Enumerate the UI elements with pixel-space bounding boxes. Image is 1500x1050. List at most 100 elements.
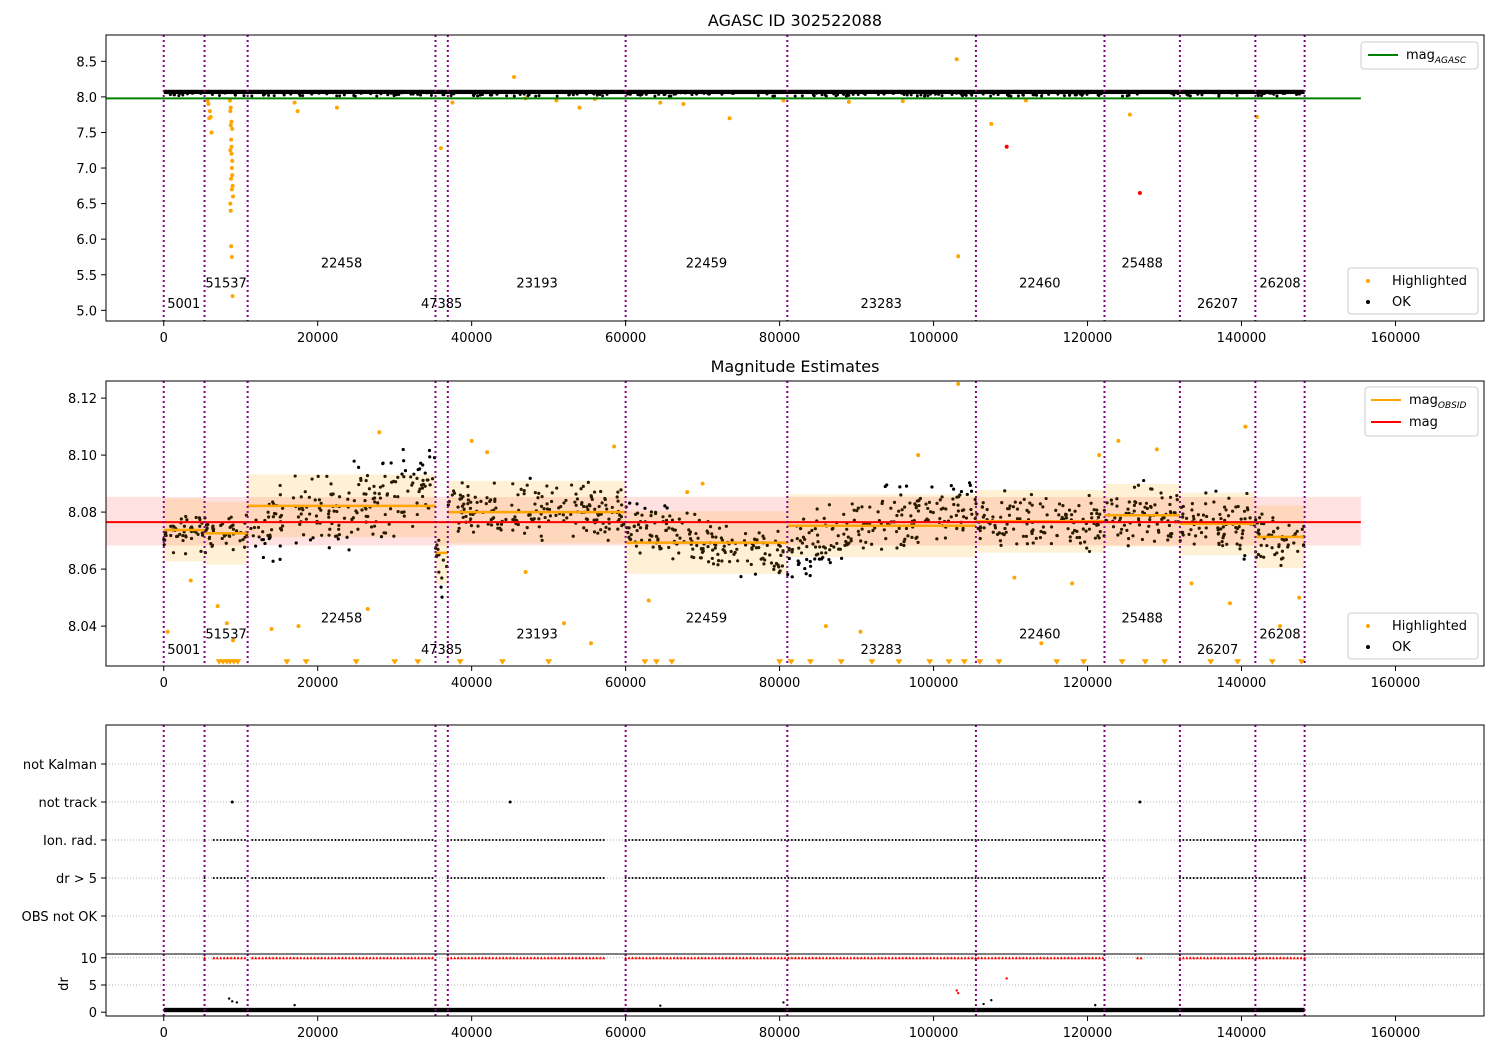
flag-point bbox=[393, 877, 396, 879]
ok-point bbox=[793, 94, 797, 98]
flag-point bbox=[1011, 877, 1014, 879]
flag-point bbox=[1279, 877, 1282, 879]
ok-point bbox=[1099, 92, 1103, 96]
y-tick-label: 7.5 bbox=[76, 126, 97, 141]
x-tick-label: 100000 bbox=[909, 331, 959, 346]
y-axis-label: dr bbox=[57, 977, 72, 991]
flag-point bbox=[783, 839, 786, 841]
highlighted-point bbox=[230, 294, 235, 299]
highlighted-point bbox=[229, 144, 234, 149]
flag-point bbox=[278, 839, 281, 841]
ok-point bbox=[254, 544, 258, 548]
flag-point bbox=[382, 877, 385, 879]
ok-point bbox=[411, 91, 415, 95]
highlighted-point bbox=[450, 100, 455, 105]
flag-point bbox=[1004, 877, 1007, 879]
flag-point bbox=[946, 877, 949, 879]
flag-point bbox=[1084, 839, 1087, 841]
ok-point bbox=[876, 93, 880, 97]
ok-point bbox=[782, 1001, 785, 1004]
flag-point bbox=[700, 877, 703, 879]
highlighted-point bbox=[228, 123, 233, 128]
ok-point bbox=[495, 92, 499, 96]
flag-point bbox=[599, 839, 602, 841]
x-tick-label: 160000 bbox=[1371, 331, 1421, 346]
flag-point bbox=[707, 877, 710, 879]
ok-point bbox=[773, 91, 777, 95]
flag-point bbox=[645, 839, 648, 841]
flag-point bbox=[386, 839, 389, 841]
flag-point bbox=[219, 839, 222, 841]
ok-point bbox=[356, 465, 361, 469]
ok-point bbox=[1142, 478, 1146, 483]
flag-point bbox=[870, 877, 873, 879]
flag-point bbox=[794, 877, 797, 879]
flag-point bbox=[752, 839, 755, 841]
flag-point bbox=[669, 877, 672, 879]
flag-point bbox=[1185, 877, 1188, 879]
flag-point bbox=[1022, 839, 1025, 841]
flag-point bbox=[1011, 839, 1014, 841]
flag-point bbox=[550, 877, 553, 879]
ok-point bbox=[1016, 94, 1020, 98]
flag-point bbox=[912, 877, 915, 879]
flag-point bbox=[602, 839, 605, 841]
obsid-label: 26207 bbox=[1197, 643, 1238, 658]
flag-point bbox=[808, 839, 811, 841]
flag-point bbox=[574, 839, 577, 841]
flag-point bbox=[491, 839, 494, 841]
flag-point bbox=[631, 877, 634, 879]
flag-point bbox=[421, 877, 424, 879]
flag-point bbox=[683, 839, 686, 841]
flag-point bbox=[516, 877, 519, 879]
highlighted-point bbox=[229, 254, 234, 259]
flag-point bbox=[790, 877, 793, 879]
flag-point bbox=[652, 877, 655, 879]
flag-point bbox=[943, 839, 946, 841]
flag-point bbox=[457, 839, 460, 841]
flag-point bbox=[237, 877, 240, 879]
ok-point bbox=[790, 575, 794, 579]
flag-point bbox=[233, 839, 236, 841]
highlighted-point bbox=[700, 481, 705, 486]
flag-point bbox=[725, 839, 728, 841]
ok-point bbox=[419, 93, 423, 97]
flag-point bbox=[564, 877, 567, 879]
ok-point bbox=[1256, 94, 1260, 98]
flag-point bbox=[369, 877, 372, 879]
flag-point bbox=[1036, 877, 1039, 879]
highlighted-point bbox=[956, 381, 961, 386]
legend-highlighted-swatch bbox=[1366, 279, 1370, 283]
ok-point bbox=[851, 92, 855, 96]
ok-point bbox=[217, 93, 221, 97]
ok-point bbox=[440, 595, 444, 599]
flag-point bbox=[400, 877, 403, 879]
ok-point bbox=[298, 94, 302, 98]
highlighted-point bbox=[1116, 438, 1121, 443]
flag-point bbox=[867, 839, 870, 841]
ok-point bbox=[352, 94, 356, 98]
flag-point bbox=[1189, 877, 1192, 879]
ok-point bbox=[401, 447, 405, 452]
ok-point bbox=[512, 94, 516, 98]
ok-point bbox=[325, 91, 329, 95]
flag-point bbox=[998, 877, 1001, 879]
flag-point bbox=[936, 877, 939, 879]
flag-point bbox=[571, 877, 574, 879]
flag-point bbox=[505, 839, 508, 841]
flag-point bbox=[344, 877, 347, 879]
flag-point bbox=[258, 839, 261, 841]
y-tick-label: 5.0 bbox=[76, 304, 97, 319]
flag-point bbox=[1220, 877, 1223, 879]
flag-point bbox=[1084, 877, 1087, 879]
obsid-label: 22459 bbox=[686, 257, 727, 272]
flag-point bbox=[680, 877, 683, 879]
ok-point bbox=[1081, 92, 1085, 96]
y-tick-label: 8.12 bbox=[68, 392, 97, 407]
y-tick-label: 8.04 bbox=[68, 620, 97, 635]
ok-point bbox=[814, 91, 818, 95]
ok-point bbox=[969, 489, 974, 493]
ok-point bbox=[842, 92, 846, 96]
flag-point bbox=[261, 877, 264, 879]
flag-point bbox=[502, 839, 505, 841]
